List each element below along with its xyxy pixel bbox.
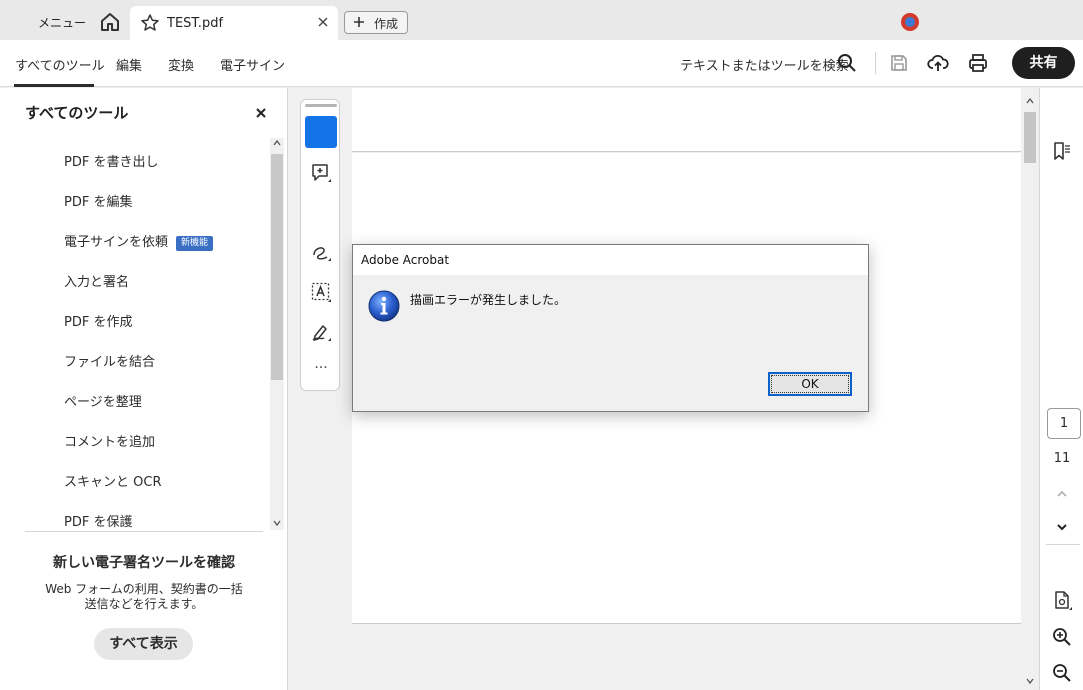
home-icon[interactable] xyxy=(98,10,122,34)
ok-button[interactable]: OK xyxy=(768,372,852,396)
active-tab-indicator xyxy=(14,84,94,87)
previous-page-icon[interactable] xyxy=(1051,483,1073,505)
current-page-input[interactable]: 1 xyxy=(1047,408,1081,439)
tab-test-pdf[interactable]: TEST.pdf xyxy=(130,6,338,40)
star-icon[interactable] xyxy=(140,13,160,33)
menu-button[interactable]: メニュー xyxy=(38,14,86,31)
promo-title: 新しい電子署名ツールを確認 xyxy=(53,555,235,571)
tool-combine-files[interactable]: ファイルを結合 xyxy=(64,351,155,370)
main-toolbar: すべてのツール 編集 変換 電子サイン テキストまたはツールを検索 共有 xyxy=(0,40,1083,87)
dialog-message: 描画エラーが発生しました。 xyxy=(410,293,567,307)
tab-title: TEST.pdf xyxy=(167,16,224,31)
text-box-icon[interactable] xyxy=(310,281,332,303)
quick-tools-bar: ··· xyxy=(300,99,340,391)
close-panel-icon[interactable] xyxy=(254,106,268,120)
zoom-out-icon[interactable] xyxy=(1051,662,1073,684)
panel-title: すべてのツール xyxy=(25,104,129,122)
toolbar-divider xyxy=(875,52,876,74)
scroll-up-arrow-icon[interactable] xyxy=(272,138,282,148)
doc-scroll-up-icon[interactable] xyxy=(1025,96,1035,106)
tool-scan-ocr[interactable]: スキャンと OCR xyxy=(64,471,161,490)
pdf-page-previous xyxy=(352,88,1021,152)
share-button[interactable]: 共有 xyxy=(1012,47,1075,79)
search-tools-label[interactable]: テキストまたはツールを検索 xyxy=(680,55,849,74)
tool-edit-pdf[interactable]: PDF を編集 xyxy=(64,191,132,210)
doc-scroll-thumb[interactable] xyxy=(1024,112,1036,163)
nav-all-tools[interactable]: すべてのツール xyxy=(15,55,105,74)
new-feature-badge: 新機能 xyxy=(176,236,214,251)
panel-divider xyxy=(25,531,263,532)
select-tool-button[interactable] xyxy=(305,116,337,148)
drag-handle[interactable] xyxy=(305,104,337,107)
dialog-title-bar[interactable]: Adobe Acrobat xyxy=(353,245,868,275)
bookmark-icon[interactable] xyxy=(1051,140,1073,162)
tool-protect-pdf[interactable]: PDF を保護 xyxy=(64,511,132,530)
tool-add-comment[interactable]: コメントを追加 xyxy=(64,431,155,450)
promo-line-1: Web フォームの利用、契約書の一括 xyxy=(45,582,243,596)
tool-request-esign-label: 電子サインを依頼 xyxy=(64,235,169,250)
nav-edit[interactable]: 編集 xyxy=(116,55,142,74)
tool-list: PDF を書き出し PDF を編集 電子サインを依頼 新機能 入力と署名 PDF … xyxy=(0,138,268,530)
promo-text: Web フォームの利用、契約書の一括 送信などを行えます。 xyxy=(44,582,244,612)
tool-export-pdf[interactable]: PDF を書き出し xyxy=(64,151,158,170)
info-icon xyxy=(368,290,400,322)
error-dialog: Adobe Acrobat 描画エラーが発生しました。 OK xyxy=(352,244,869,412)
nav-convert[interactable]: 変換 xyxy=(168,55,194,74)
tool-fill-sign[interactable]: 入力と署名 xyxy=(64,271,129,290)
cloud-upload-icon[interactable] xyxy=(927,52,949,74)
plus-icon xyxy=(354,17,364,27)
tool-create-pdf[interactable]: PDF を作成 xyxy=(64,311,132,330)
add-comment-icon[interactable] xyxy=(310,162,332,184)
create-button[interactable]: 作成 xyxy=(344,11,408,34)
all-tools-panel: すべてのツール PDF を書き出し PDF を編集 電子サインを依頼 新機能 入力… xyxy=(0,88,288,690)
tool-organize-pages[interactable]: ページを整理 xyxy=(64,391,142,410)
scroll-down-arrow-icon[interactable] xyxy=(272,518,282,528)
more-tools-icon[interactable]: ··· xyxy=(301,360,341,376)
close-tab-icon[interactable] xyxy=(316,15,330,29)
promo-line-2: 送信などを行えます。 xyxy=(84,597,204,611)
page-thumbnail-icon[interactable] xyxy=(1051,589,1073,611)
search-icon[interactable] xyxy=(836,52,858,74)
scroll-thumb[interactable] xyxy=(271,154,283,380)
right-rail: 1 11 xyxy=(1039,88,1083,690)
total-pages: 11 xyxy=(1053,451,1071,466)
doc-scroll-down-icon[interactable] xyxy=(1025,676,1035,686)
document-scrollbar[interactable] xyxy=(1021,88,1039,690)
draw-freehand-icon[interactable] xyxy=(310,241,332,263)
title-bar: メニュー TEST.pdf 作成 xyxy=(0,0,1083,40)
next-page-icon[interactable] xyxy=(1051,516,1073,538)
save-icon[interactable] xyxy=(888,52,910,74)
print-icon[interactable] xyxy=(967,52,989,74)
dialog-title: Adobe Acrobat xyxy=(361,253,450,267)
tool-request-esign[interactable]: 電子サインを依頼 新機能 xyxy=(64,231,214,251)
zoom-in-icon[interactable] xyxy=(1051,626,1073,648)
tool-list-scrollbar[interactable] xyxy=(270,138,284,530)
create-label: 作成 xyxy=(374,17,399,31)
show-all-button[interactable]: すべて表示 xyxy=(94,628,193,660)
profile-avatar[interactable] xyxy=(901,13,919,31)
nav-e-sign[interactable]: 電子サイン xyxy=(220,55,285,74)
sign-pen-icon[interactable] xyxy=(310,321,332,343)
right-rail-divider xyxy=(1046,544,1080,545)
